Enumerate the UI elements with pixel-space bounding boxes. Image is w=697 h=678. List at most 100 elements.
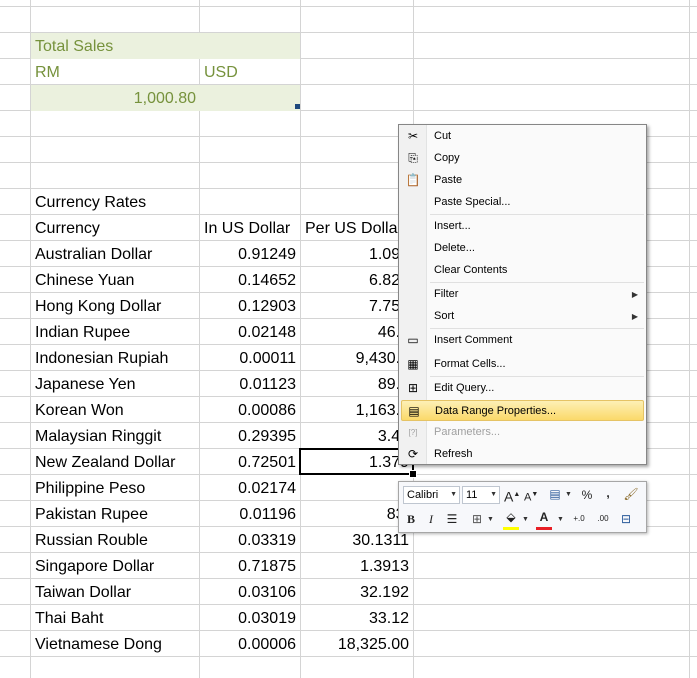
font-color-button[interactable]: A [536, 508, 552, 526]
currency-name-cell[interactable]: Chinese Yuan [31, 267, 199, 293]
fill-color-icon[interactable]: ⬙ [503, 508, 519, 526]
header-in-usd[interactable]: In US Dollar [200, 215, 300, 241]
merge-center-icon[interactable]: ⊟ [617, 510, 635, 528]
currency-name-cell[interactable]: Japanese Yen [31, 371, 199, 397]
in-usd-cell[interactable]: 0.91249 [200, 241, 300, 267]
chevron-down-icon[interactable]: ▼ [557, 516, 564, 523]
per-usd-cell[interactable]: 83. [301, 501, 413, 527]
in-usd-cell[interactable]: 0.71875 [200, 553, 300, 579]
currency-name-cell[interactable]: Taiwan Dollar [31, 579, 199, 605]
font-size-box[interactable]: 11 ▼ [462, 486, 500, 504]
italic-button[interactable]: I [424, 510, 438, 528]
borders-icon[interactable]: ⊞ [469, 510, 485, 528]
in-usd-cell[interactable]: 0.03319 [200, 527, 300, 553]
menu-item-clear-contents[interactable]: Clear Contents [401, 260, 644, 281]
in-usd-cell[interactable]: 0.02148 [200, 319, 300, 345]
chevron-down-icon[interactable]: ▼ [522, 516, 529, 523]
in-usd-cell[interactable]: 0.01123 [200, 371, 300, 397]
shrink-font-button[interactable]: A▼ [524, 486, 538, 504]
menu-item-paste-special[interactable]: Paste Special... [401, 192, 644, 213]
currency-name-cell[interactable]: Philippine Peso [31, 475, 199, 501]
menu-item-filter[interactable]: Filter ▶ [401, 284, 644, 305]
in-usd-cell[interactable]: 0.01196 [200, 501, 300, 527]
currency-name-cell[interactable]: Australian Dollar [31, 241, 199, 267]
menu-item-paste[interactable]: 📋 Paste [401, 170, 644, 191]
per-usd-cell[interactable]: 1.3913 [301, 553, 413, 579]
per-usd-cell[interactable]: 32.192 [301, 579, 413, 605]
decrease-decimal-button[interactable]: .00 [593, 510, 613, 528]
currency-name-cell[interactable]: Indian Rupee [31, 319, 199, 345]
per-usd-cell[interactable]: 18,325.00 [301, 631, 413, 657]
currency-name-cell[interactable]: Vietnamese Dong [31, 631, 199, 657]
in-usd-cell[interactable]: 0.72501 [200, 449, 300, 475]
per-usd-cell[interactable]: 1.095 [301, 241, 413, 267]
bold-button[interactable]: B [403, 510, 419, 528]
currency-name-cell[interactable]: New Zealand Dollar [31, 449, 199, 475]
grow-font-button[interactable]: A▲ [504, 486, 520, 505]
usd-label[interactable]: USD [200, 59, 300, 85]
increase-decimal-button[interactable]: +.0 [569, 510, 589, 528]
currency-name-cell[interactable]: Indonesian Rupiah [31, 345, 199, 371]
per-usd-cell[interactable]: 6.825 [301, 267, 413, 293]
in-usd-cell[interactable]: 0.12903 [200, 293, 300, 319]
menu-item-refresh[interactable]: ⟳ Refresh [401, 444, 644, 465]
menu-item-copy[interactable]: ⎘ Copy [401, 148, 644, 169]
per-usd-cell[interactable]: 33.12 [301, 605, 413, 631]
menu-item-delete[interactable]: Delete... [401, 238, 644, 259]
currency-name-cell[interactable]: Korean Won [31, 397, 199, 423]
menu-item-label: Clear Contents [434, 264, 508, 276]
in-usd-cell[interactable]: 0.14652 [200, 267, 300, 293]
currency-name-cell[interactable]: Pakistan Rupee [31, 501, 199, 527]
per-usd-cell[interactable]: 46.5 [301, 319, 413, 345]
in-usd-cell[interactable]: 0.00086 [200, 397, 300, 423]
in-usd-cell[interactable]: 0.29395 [200, 423, 300, 449]
currency-name-cell[interactable]: Malaysian Ringgit [31, 423, 199, 449]
header-currency[interactable]: Currency [31, 215, 199, 241]
percent-style-button[interactable]: % [579, 486, 595, 504]
in-usd-cell[interactable]: 0.03106 [200, 579, 300, 605]
paste-icon: 📋 [405, 173, 421, 187]
per-usd-cell[interactable]: 89.0 [301, 371, 413, 397]
fill-handle[interactable] [409, 470, 417, 478]
in-usd-cell[interactable]: 0.02174 [200, 475, 300, 501]
per-usd-cell[interactable]: 9,430.0 [301, 345, 413, 371]
per-usd-cell[interactable]: 1,163.5 [301, 397, 413, 423]
header-per-usd[interactable]: Per US Dolla [301, 215, 398, 241]
in-usd-cell[interactable]: 0.03019 [200, 605, 300, 631]
selected-cell[interactable] [299, 448, 414, 475]
comma-style-button[interactable]: , [602, 484, 614, 502]
menu-item-insert[interactable]: Insert... [401, 216, 644, 237]
table-resize-handle[interactable] [295, 104, 300, 109]
chevron-down-icon[interactable]: ▼ [487, 516, 494, 523]
menu-item-edit-query[interactable]: ⊞ Edit Query... [401, 378, 644, 399]
in-usd-cell[interactable]: 0.00011 [200, 345, 300, 371]
currency-name-cell[interactable]: Hong Kong Dollar [31, 293, 199, 319]
format-painter-icon[interactable]: 🖌 [622, 485, 640, 503]
rm-label[interactable]: RM [31, 59, 199, 85]
menu-item-sort[interactable]: Sort ▶ [401, 306, 644, 327]
per-usd-cell[interactable]: 30.1311 [301, 527, 413, 553]
total-sales-value[interactable]: 1,000.80 [31, 85, 300, 111]
currency-name-cell[interactable]: Russian Rouble [31, 527, 199, 553]
menu-item-format-cells[interactable]: ▦ Format Cells... [401, 354, 644, 375]
menu-item-parameters[interactable]: [?] Parameters... [401, 422, 644, 443]
accounting-format-icon[interactable]: ▤ [545, 485, 565, 503]
menu-item-insert-comment[interactable]: ▭ Insert Comment [401, 330, 644, 351]
per-usd-cell[interactable]: 7.750 [301, 293, 413, 319]
menu-separator [430, 376, 644, 377]
menu-item-label: Cut [434, 130, 452, 142]
chevron-down-icon[interactable]: ▼ [565, 491, 572, 498]
total-sales-label[interactable]: Total Sales [31, 33, 300, 59]
per-usd-cell[interactable]: 4 [301, 475, 413, 501]
center-align-icon[interactable]: ☰ [444, 510, 460, 528]
menu-item-data-range-properties[interactable]: ▤ Data Range Properties... [401, 400, 644, 421]
menu-item-cut[interactable]: ✂ Cut [401, 126, 644, 147]
format-cells-icon: ▦ [407, 357, 419, 371]
currency-name-cell[interactable]: Singapore Dollar [31, 553, 199, 579]
font-name-box[interactable]: Calibri ▼ [403, 486, 460, 504]
menu-item-label: Refresh [434, 448, 473, 460]
per-usd-cell[interactable]: 3.40 [301, 423, 413, 449]
in-usd-cell[interactable]: 0.00006 [200, 631, 300, 657]
currency-rates-label[interactable]: Currency Rates [31, 189, 199, 215]
currency-name-cell[interactable]: Thai Baht [31, 605, 199, 631]
